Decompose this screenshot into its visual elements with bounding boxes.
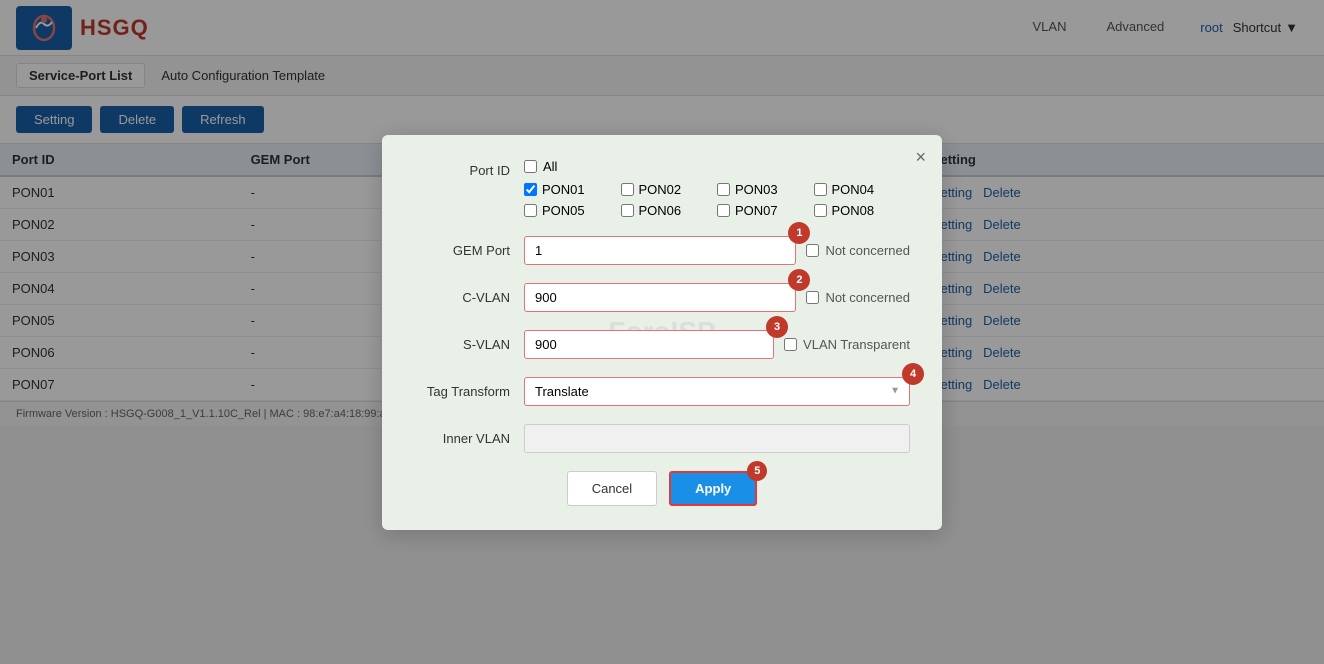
port-id-all: All (524, 159, 910, 174)
port-label-pon07: PON07 (735, 203, 778, 218)
modal-close-button[interactable]: × (915, 147, 926, 168)
port-checkbox-pon03[interactable] (717, 183, 730, 196)
gem-port-row: GEM Port 1 Not concerned (414, 236, 910, 265)
port-checkbox-pon07[interactable] (717, 204, 730, 217)
port-item-pon07: PON07 (717, 203, 814, 218)
port-item-pon01: PON01 (524, 182, 621, 197)
cvlan-not-concerned: Not concerned (806, 290, 910, 305)
cancel-button[interactable]: Cancel (567, 471, 657, 506)
port-item-pon04: PON04 (814, 182, 911, 197)
cvlan-input[interactable] (524, 283, 796, 312)
port-label-pon05: PON05 (542, 203, 585, 218)
svlan-row: S-VLAN 3 VLAN Transparent (414, 330, 910, 359)
port-label-pon02: PON02 (639, 182, 682, 197)
badge-4: 4 (902, 363, 924, 385)
tag-transform-select[interactable]: Translate Add Remove Replace (524, 377, 910, 406)
gem-port-not-concerned: Not concerned (806, 243, 910, 258)
port-checkbox-pon04[interactable] (814, 183, 827, 196)
port-label-pon08: PON08 (832, 203, 875, 218)
svlan-input-wrap: 3 (524, 330, 774, 359)
inner-vlan-input[interactable] (524, 424, 910, 453)
all-checkbox[interactable] (524, 160, 537, 173)
svlan-vlan-transparent: VLAN Transparent (784, 337, 910, 352)
cvlan-row: C-VLAN 2 Not concerned (414, 283, 910, 312)
port-id-options: All PON01 PON02 PON03 PON04 PON05 PON06 … (524, 159, 910, 218)
cvlan-label: C-VLAN (414, 290, 524, 305)
modal-overlay: × ForoISP Port ID All PON01 PON02 PON03 … (0, 0, 1324, 664)
cvlan-not-concerned-checkbox[interactable] (806, 291, 819, 304)
all-label: All (543, 159, 557, 174)
cvlan-not-concerned-label: Not concerned (825, 290, 910, 305)
svlan-label: S-VLAN (414, 337, 524, 352)
port-item-pon02: PON02 (621, 182, 718, 197)
gem-port-input-wrap: 1 (524, 236, 796, 265)
port-grid: PON01 PON02 PON03 PON04 PON05 PON06 PON0… (524, 182, 910, 218)
port-id-row: Port ID All PON01 PON02 PON03 PON04 PON0… (414, 159, 910, 218)
port-item-pon08: PON08 (814, 203, 911, 218)
port-item-pon03: PON03 (717, 182, 814, 197)
badge-1: 1 (788, 222, 810, 244)
badge-5: 5 (747, 461, 767, 481)
port-checkbox-pon08[interactable] (814, 204, 827, 217)
badge-2: 2 (788, 269, 810, 291)
modal: × ForoISP Port ID All PON01 PON02 PON03 … (382, 135, 942, 530)
port-label-pon03: PON03 (735, 182, 778, 197)
port-label-pon06: PON06 (639, 203, 682, 218)
port-item-pon06: PON06 (621, 203, 718, 218)
inner-vlan-label: Inner VLAN (414, 431, 524, 446)
port-item-pon05: PON05 (524, 203, 621, 218)
tag-transform-select-wrap: 4 Translate Add Remove Replace (524, 377, 910, 406)
vlan-transparent-label: VLAN Transparent (803, 337, 910, 352)
inner-vlan-row: Inner VLAN (414, 424, 910, 453)
gem-port-not-concerned-checkbox[interactable] (806, 244, 819, 257)
badge-3: 3 (766, 316, 788, 338)
port-label-pon01: PON01 (542, 182, 585, 197)
port-label-pon04: PON04 (832, 182, 875, 197)
port-checkbox-pon01[interactable] (524, 183, 537, 196)
port-checkbox-pon06[interactable] (621, 204, 634, 217)
tag-transform-row: Tag Transform 4 Translate Add Remove Rep… (414, 377, 910, 406)
vlan-transparent-checkbox[interactable] (784, 338, 797, 351)
inner-vlan-input-wrap (524, 424, 910, 453)
apply-label: Apply (695, 481, 731, 496)
port-id-label: Port ID (414, 159, 524, 178)
modal-footer: Cancel Apply 5 (414, 471, 910, 506)
port-checkbox-pon02[interactable] (621, 183, 634, 196)
gem-port-not-concerned-label: Not concerned (825, 243, 910, 258)
svlan-input[interactable] (524, 330, 774, 359)
tag-transform-label: Tag Transform (414, 384, 524, 399)
cvlan-input-wrap: 2 (524, 283, 796, 312)
apply-button[interactable]: Apply 5 (669, 471, 757, 506)
gem-port-input[interactable] (524, 236, 796, 265)
port-checkbox-pon05[interactable] (524, 204, 537, 217)
gem-port-label: GEM Port (414, 243, 524, 258)
